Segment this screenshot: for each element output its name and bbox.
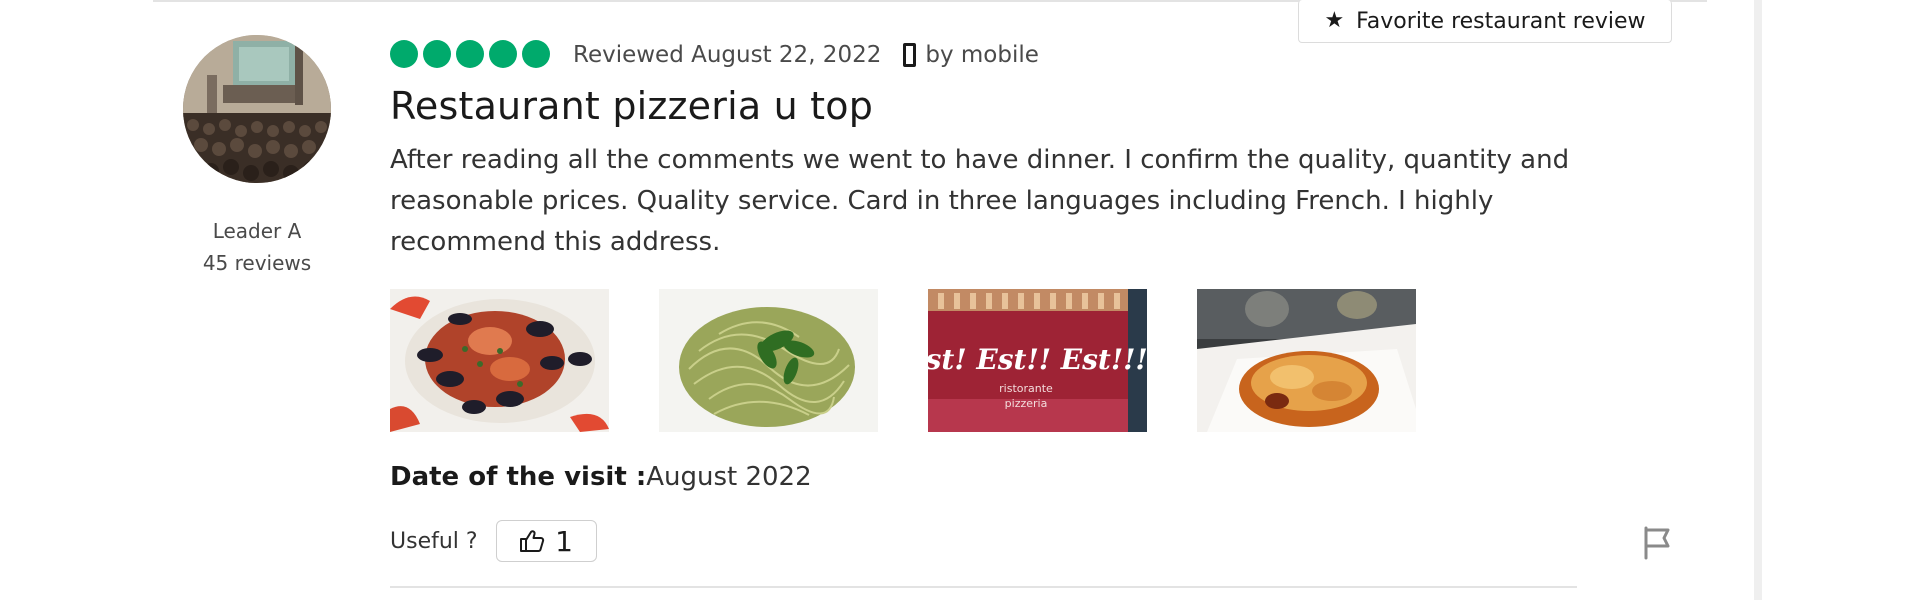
- seafood-pasta-photo[interactable]: [390, 289, 609, 432]
- rating-bubbles: [390, 40, 550, 68]
- reviewed-date: Reviewed August 22, 2022: [573, 42, 882, 68]
- favorite-review-badge: ★ Favorite restaurant review: [1298, 0, 1672, 43]
- review-meta: Reviewed August 22, 2022 by mobile: [573, 42, 1039, 68]
- restaurant-menu-card-photo[interactable]: Est! Est!! Est!!! ristorante pizzeria: [928, 289, 1147, 432]
- star-icon: ★: [1324, 8, 1345, 33]
- rating-bubble: [522, 40, 550, 68]
- reviewer-review-count: 45 reviews: [202, 251, 312, 275]
- review-title[interactable]: Restaurant pizzeria u top: [390, 84, 873, 128]
- rating-bubble: [456, 40, 484, 68]
- pesto-spaghetti-photo[interactable]: [659, 289, 878, 432]
- useful-label: Useful ?: [390, 528, 478, 554]
- mobile-phone-icon: [903, 43, 917, 67]
- rating-bubble: [423, 40, 451, 68]
- device-text: by mobile: [925, 42, 1039, 68]
- rating-bubble: [489, 40, 517, 68]
- bottom-divider: [390, 586, 1577, 588]
- useful-row: Useful ? 1: [390, 520, 597, 562]
- thumbs-up-icon: [520, 530, 545, 552]
- reviewer-name[interactable]: Leader A: [150, 219, 364, 243]
- visit-date-value: August 2022: [646, 462, 812, 492]
- baked-dish-photo[interactable]: [1197, 289, 1416, 432]
- helpful-vote-count: 1: [555, 524, 573, 558]
- page-side-rail: [1754, 0, 1762, 600]
- menu-card-subtitle-1: ristorante: [999, 382, 1053, 395]
- helpful-vote-button[interactable]: 1: [495, 520, 597, 562]
- menu-card-brand-text: Est! Est!! Est!!!: [928, 343, 1147, 376]
- review-photos: Est! Est!! Est!!! ristorante pizzeria: [390, 289, 1416, 432]
- review-body: After reading all the comments we went t…: [390, 145, 1570, 257]
- favorite-review-label: Favorite restaurant review: [1356, 8, 1646, 34]
- flag-icon[interactable]: [1642, 526, 1672, 560]
- visit-date-label: Date of the visit :: [390, 462, 647, 492]
- reviewer-avatar[interactable]: [183, 35, 331, 183]
- rating-bubble: [390, 40, 418, 68]
- menu-card-subtitle-2: pizzeria: [1005, 397, 1048, 410]
- visit-date: Date of the visit :August 2022: [390, 462, 812, 492]
